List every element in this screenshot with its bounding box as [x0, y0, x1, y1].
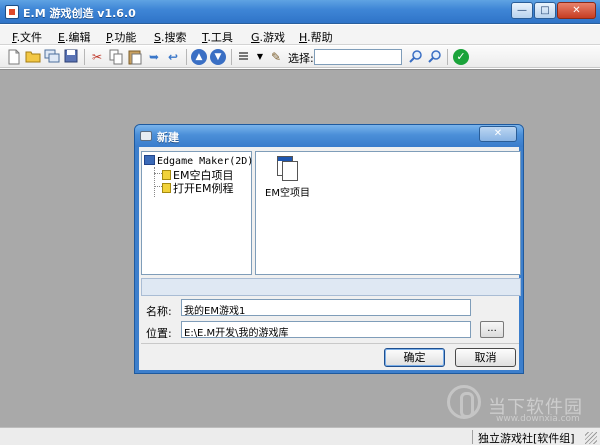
project-icon: [162, 183, 171, 193]
menu-function[interactable]: P.功能: [106, 29, 136, 45]
dialog-title-bar[interactable]: 新建 ✕: [135, 125, 523, 147]
open-folder-icon[interactable]: [25, 49, 41, 65]
zoom-icon[interactable]: [408, 49, 424, 65]
copy-window-icon[interactable]: [44, 49, 60, 65]
status-bar: 独立游戏社[软件组]: [0, 427, 600, 445]
app-icon: [5, 5, 19, 19]
toolbar-separator: [447, 49, 448, 65]
menu-game[interactable]: G.游戏: [251, 29, 285, 45]
cut-icon[interactable]: ✂: [89, 49, 105, 65]
arrow-up-icon[interactable]: ▲: [191, 49, 207, 65]
tree-root[interactable]: Edgame Maker(2D): [144, 155, 253, 167]
check-icon[interactable]: ✓: [453, 49, 469, 65]
dialog-title: 新建: [157, 131, 179, 144]
template-item-empty-project[interactable]: EM空项目: [265, 156, 310, 199]
cancel-button[interactable]: 取消: [455, 348, 516, 367]
paste-icon[interactable]: [127, 49, 143, 65]
menu-help[interactable]: H.帮助: [299, 29, 333, 45]
search-icon[interactable]: [427, 49, 443, 65]
menu-file[interactable]: F.文件: [12, 29, 42, 45]
toolbar-separator: [186, 49, 187, 65]
maximize-button[interactable]: □: [534, 2, 556, 19]
menu-bar: F.文件 E.编辑 P.功能 S.搜索 T.工具 G.游戏 H.帮助: [0, 25, 600, 45]
project-icon: [162, 170, 171, 180]
dialog-close-button[interactable]: ✕: [479, 126, 517, 142]
name-label: 名称:: [146, 305, 172, 318]
window-title: E.M 游戏创造 v1.6.0: [23, 7, 136, 20]
menu-tools[interactable]: T.工具: [202, 29, 233, 45]
empty-project-icon: [273, 156, 299, 182]
toolbar-separator: [231, 49, 232, 65]
tree-item-open-example[interactable]: 打开EM例程: [162, 180, 233, 196]
toolbar-separator: [84, 49, 85, 65]
status-text: 独立游戏社[软件组]: [478, 432, 575, 445]
template-list[interactable]: EM空项目: [255, 151, 521, 275]
dialog-body: Edgame Maker(2D) EM空白项目 打开EM例程 EM空项目 名称:…: [139, 147, 521, 370]
watermark-logo-icon: [447, 385, 481, 419]
save-icon[interactable]: [63, 49, 79, 65]
toolbar: ✂ ➥ ↩ ▲ ▼ ▼ ✎ 选择: ✓: [0, 46, 600, 68]
name-field[interactable]: 我的EM游戏1: [181, 299, 471, 317]
dropdown-icon[interactable]: ▼: [252, 49, 268, 65]
browse-button[interactable]: ...: [480, 321, 504, 338]
edit-icon[interactable]: ✎: [268, 49, 284, 65]
app-tree-icon: [144, 155, 155, 165]
tree-connector: [154, 186, 162, 187]
status-divider: [472, 430, 473, 444]
arrow-down-icon[interactable]: ▼: [210, 49, 226, 65]
select-input[interactable]: [314, 49, 402, 65]
location-field[interactable]: E:\E.M开发\我的游戏库: [181, 321, 471, 339]
menu-edit[interactable]: E.编辑: [58, 29, 90, 45]
resize-grip-icon[interactable]: [585, 432, 597, 444]
dialog-icon: [140, 131, 152, 141]
tree-connector: [154, 167, 155, 197]
redo-icon[interactable]: ➥: [146, 49, 162, 65]
watermark-url: www.downxia.com: [496, 414, 580, 424]
new-project-dialog: 新建 ✕ Edgame Maker(2D) EM空白项目 打开EM例程 EM空项…: [134, 124, 524, 374]
copy-icon[interactable]: [108, 49, 124, 65]
tree-connector: [154, 173, 162, 174]
location-label: 位置:: [146, 327, 172, 340]
close-button[interactable]: ✕: [557, 2, 596, 19]
menu-search[interactable]: S.搜索: [154, 29, 186, 45]
undo-icon[interactable]: ↩: [165, 49, 181, 65]
ok-button[interactable]: 确定: [384, 348, 445, 367]
new-file-icon[interactable]: [6, 49, 22, 65]
template-tree[interactable]: Edgame Maker(2D) EM空白项目 打开EM例程: [141, 151, 253, 275]
main-title-bar[interactable]: E.M 游戏创造 v1.6.0 — □ ✕: [0, 0, 600, 24]
dialog-separator: [141, 343, 519, 344]
minimize-button[interactable]: —: [511, 2, 533, 19]
description-bar: [141, 278, 521, 296]
select-label: 选择:: [288, 52, 314, 65]
layers-icon[interactable]: [236, 49, 252, 65]
